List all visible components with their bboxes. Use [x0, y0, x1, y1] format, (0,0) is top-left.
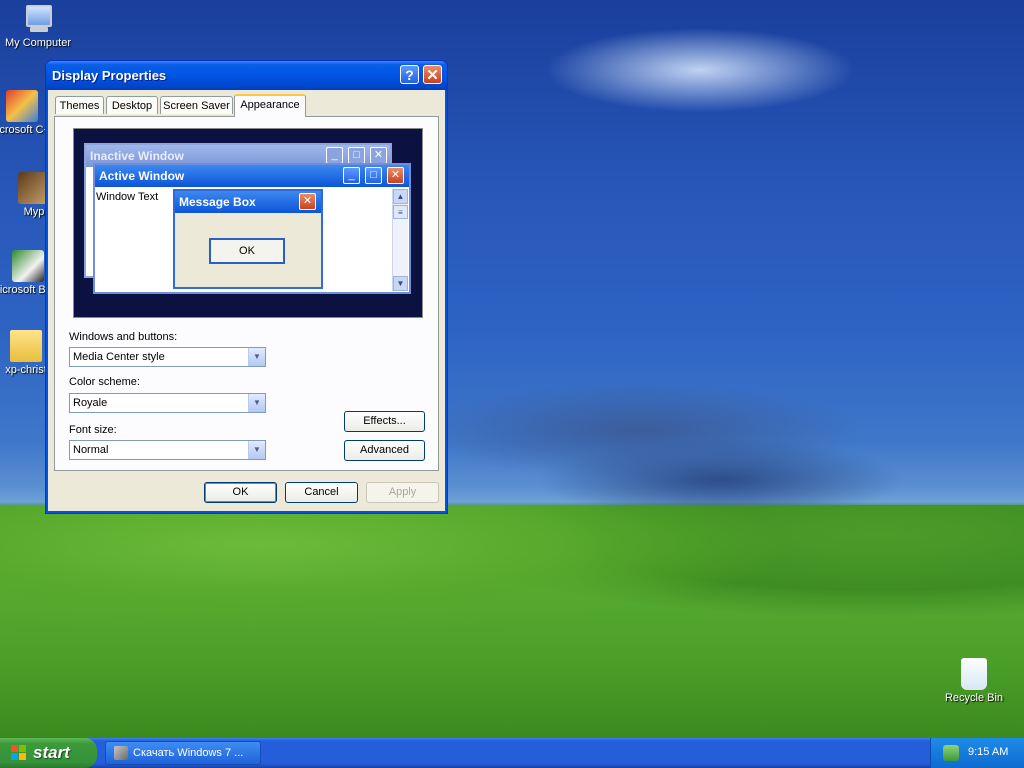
taskbar: start Скачать Windows 7 ... 9:15 AM — [0, 738, 1024, 768]
app-shortcut-icon — [6, 90, 38, 122]
network-icon[interactable] — [943, 745, 959, 761]
recycle-bin-icon — [961, 658, 987, 690]
appearance-preview: Inactive Window _ □ ✕ Active Window _ □ … — [73, 128, 423, 318]
color-scheme-select[interactable]: Royale ▼ — [69, 393, 266, 413]
taskbar-item-label: Скачать Windows 7 ... — [133, 747, 244, 759]
app-shortcut-icon — [12, 250, 44, 282]
window-title: Display Properties — [52, 68, 167, 83]
folder-icon — [10, 330, 42, 362]
tab-appearance[interactable]: Appearance — [234, 94, 306, 117]
desktop-icon-my-computer[interactable]: My Computer — [0, 3, 76, 49]
chevron-down-icon[interactable]: ▼ — [248, 394, 265, 412]
minimize-icon: _ — [343, 167, 360, 184]
preview-window-text: Window Text — [96, 191, 159, 203]
desktop-icon-label: My Computer — [4, 37, 72, 49]
tab-themes[interactable]: Themes — [55, 96, 104, 114]
appearance-panel: Inactive Window _ □ ✕ Active Window _ □ … — [54, 116, 439, 471]
windows-buttons-value: Media Center style — [73, 351, 165, 363]
help-button[interactable]: ? — [400, 65, 419, 84]
font-size-value: Normal — [73, 444, 109, 456]
desktop-icon-label: xp-christ — [5, 364, 47, 376]
ok-button[interactable]: OK — [204, 482, 277, 503]
preview-ok-button: OK — [209, 238, 285, 264]
tab-desktop[interactable]: Desktop — [106, 96, 158, 114]
maximize-icon: □ — [365, 167, 382, 184]
color-scheme-label: Color scheme: — [69, 376, 140, 388]
desktop-icon-label: Recycle Bin — [944, 692, 1004, 704]
chevron-down-icon[interactable]: ▼ — [248, 441, 265, 459]
maximize-icon: □ — [348, 147, 365, 164]
effects-button[interactable]: Effects... — [344, 411, 425, 432]
start-button[interactable]: start — [0, 738, 97, 768]
windows-logo-icon — [11, 745, 27, 761]
display-properties-icon — [114, 746, 128, 760]
apply-button: Apply — [366, 482, 439, 503]
advanced-button[interactable]: Advanced — [344, 440, 425, 461]
system-tray: 9:15 AM — [930, 738, 1024, 768]
tab-screen-saver[interactable]: Screen Saver — [160, 96, 233, 114]
font-size-select[interactable]: Normal ▼ — [69, 440, 266, 460]
computer-icon — [22, 3, 54, 35]
scroll-thumb: ≡ — [393, 205, 408, 219]
chevron-down-icon[interactable]: ▼ — [248, 348, 265, 366]
scroll-up-icon: ▲ — [393, 189, 408, 204]
close-icon: ✕ — [299, 193, 316, 210]
preview-active-title: Active Window — [95, 165, 409, 187]
desktop-icon-label: Myp — [23, 206, 45, 218]
close-icon: ✕ — [387, 167, 404, 184]
windows-buttons-select[interactable]: Media Center style ▼ — [69, 347, 266, 367]
cancel-button[interactable]: Cancel — [285, 482, 358, 503]
display-properties-window: Display Properties ? ✕ Themes Desktop Sc… — [45, 60, 448, 514]
start-label: start — [33, 743, 70, 762]
close-button[interactable]: ✕ — [423, 65, 442, 84]
close-icon: ✕ — [370, 147, 387, 164]
desktop-icon-recycle-bin[interactable]: Recycle Bin — [936, 658, 1012, 704]
desktop-hills — [0, 505, 1024, 738]
scroll-down-icon: ▼ — [393, 276, 408, 291]
minimize-icon: _ — [326, 147, 343, 164]
preview-message-box: Message Box ✕ OK — [173, 189, 323, 289]
font-size-label: Font size: — [69, 424, 117, 436]
windows-buttons-label: Windows and buttons: — [69, 331, 178, 343]
clock[interactable]: 9:15 AM — [968, 746, 1008, 758]
title-bar[interactable]: Display Properties ? ✕ — [46, 61, 447, 90]
preview-scrollbar: ▲ ≡ ▼ — [392, 189, 408, 291]
taskbar-item[interactable]: Скачать Windows 7 ... — [105, 741, 261, 765]
color-scheme-value: Royale — [73, 397, 108, 409]
